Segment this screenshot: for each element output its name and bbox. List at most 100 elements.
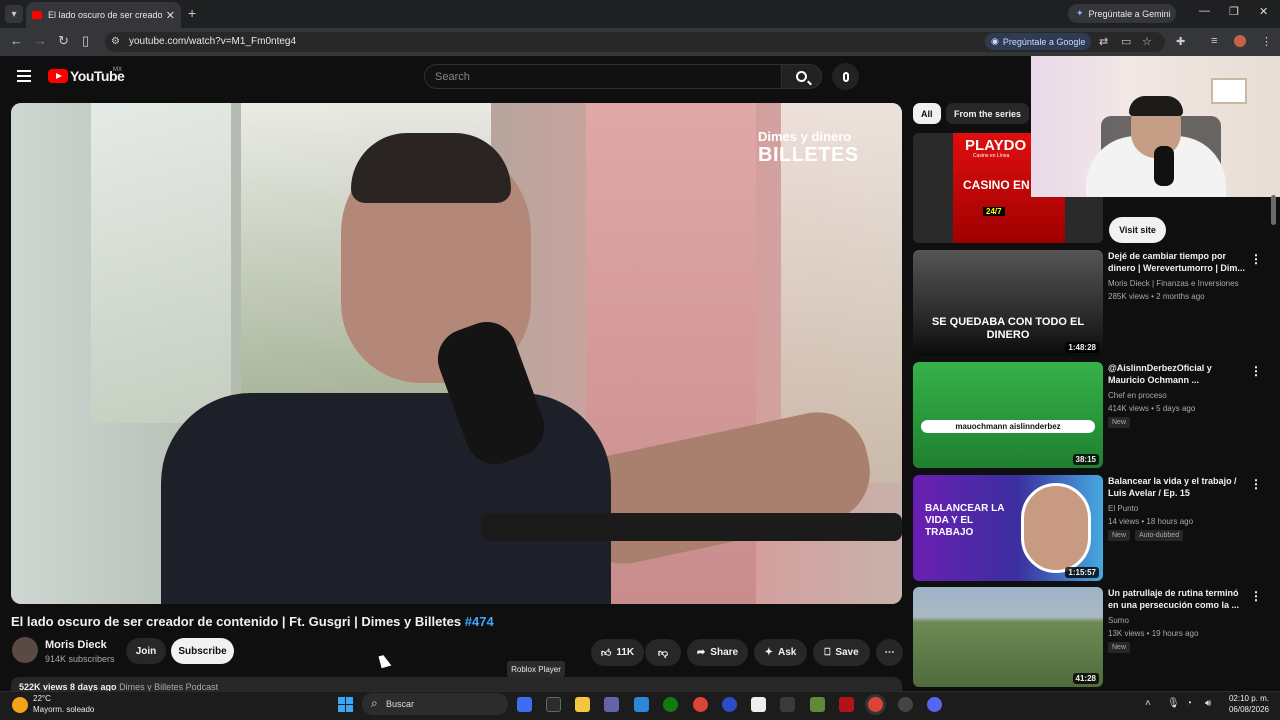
photos-icon[interactable] — [634, 697, 649, 712]
discord-icon[interactable] — [927, 697, 942, 712]
weather-sun-icon[interactable] — [12, 697, 28, 713]
more-options-icon[interactable]: ⋮ — [1250, 477, 1262, 491]
recommended-video[interactable]: BALANCEAR LA VIDA Y EL TRABAJO 1:15:57 B… — [913, 475, 1268, 583]
video-thumbnail[interactable]: mauochmann aislinnderbez 38:15 — [913, 362, 1103, 468]
recommended-video[interactable]: SE QUEDABA CON TODO EL DINERO 1:48:28 De… — [913, 250, 1268, 358]
channel-avatar[interactable] — [12, 637, 38, 663]
profile-avatar[interactable] — [1234, 35, 1246, 47]
windows-start-icon[interactable] — [338, 697, 353, 712]
podcast-link[interactable]: Dimes y Billetes Podcast — [119, 682, 218, 691]
roblox-icon[interactable] — [517, 697, 532, 712]
video-channel[interactable]: Moris Dieck | Finanzas e Inversiones — [1108, 279, 1239, 288]
subscribe-button[interactable]: Subscribe — [171, 638, 234, 664]
video-player[interactable]: Dimes y dinero BILLETES — [11, 103, 902, 604]
minecraft-icon[interactable] — [810, 697, 825, 712]
chrome-icon[interactable] — [693, 697, 708, 712]
game-icon[interactable] — [839, 697, 854, 712]
recommended-video[interactable]: mauochmann aislinnderbez 38:15 @AislinnD… — [913, 362, 1268, 470]
tray-overflow-icon[interactable]: ˄ — [1145, 698, 1151, 709]
weather-desc[interactable]: Mayorm. soleado — [33, 705, 94, 714]
video-title[interactable]: Dejé de cambiar tiempo por dinero | Were… — [1108, 250, 1248, 274]
url-text[interactable]: youtube.com/watch?v=M1_Fm0nteg4 — [129, 36, 296, 47]
like-count: 11K — [616, 647, 635, 658]
reload-icon[interactable]: ↻ — [58, 33, 69, 49]
more-options-icon[interactable]: ⋮ — [1250, 589, 1262, 603]
hamburger-menu-icon[interactable] — [17, 70, 31, 82]
wifi-icon[interactable]: ◔ — [1186, 698, 1192, 709]
watermark-top: Dimes y dinero — [758, 129, 852, 144]
gemini-label: Pregúntale a Gemini — [1088, 8, 1171, 19]
new-tab-icon[interactable]: + — [188, 5, 196, 21]
channel-name[interactable]: Moris Dieck — [45, 639, 107, 651]
video-channel[interactable]: Chef en proceso — [1108, 391, 1167, 400]
ad-sub: Casino en Línea — [973, 153, 1010, 159]
browser-tab[interactable]: El lado oscuro de ser creador de conteni… — [26, 2, 181, 28]
taskbar-search[interactable]: Buscar — [362, 693, 508, 715]
teams-icon[interactable] — [604, 697, 619, 712]
davinci-icon[interactable] — [780, 697, 795, 712]
cast-icon[interactable]: ▭ — [1121, 35, 1131, 48]
thumbs-down-icon: 👎︎ — [657, 647, 669, 659]
tab-search-icon[interactable]: ▾ — [5, 5, 23, 23]
chip-from-series[interactable]: From the series — [946, 103, 1030, 124]
like-button[interactable]: 👍︎ 11K — [591, 639, 644, 666]
ask-google-button[interactable]: ◉ Pregúntale a Google — [985, 33, 1091, 50]
voice-search-button[interactable] — [832, 63, 859, 90]
description-box[interactable]: 522K views 8 days ago Dimes y Billetes P… — [11, 677, 902, 691]
share-button[interactable]: ➦ Share — [687, 639, 748, 666]
file-explorer-icon[interactable] — [575, 697, 590, 712]
ea-app-icon[interactable] — [722, 697, 737, 712]
webcam-overlay — [1031, 56, 1280, 197]
chip-all[interactable]: All — [913, 103, 941, 124]
sidebar-scrollbar[interactable] — [1271, 195, 1276, 225]
bookmark-star-icon[interactable]: ☆ — [1142, 35, 1152, 48]
reading-mode-icon[interactable]: ▯ — [82, 33, 89, 49]
minimize-icon[interactable]: — — [1199, 5, 1210, 17]
maximize-icon[interactable]: ❐ — [1229, 5, 1239, 18]
weather-temp[interactable]: 22°C — [33, 694, 51, 703]
search-input[interactable]: Search — [424, 64, 782, 89]
search-icon — [796, 71, 807, 82]
video-title[interactable]: @AislinnDerbezOficial y Mauricio Ochmann… — [1108, 362, 1248, 386]
volume-icon[interactable]: 🔊︎ — [1205, 698, 1211, 709]
search-button[interactable] — [781, 64, 822, 89]
gemini-button[interactable]: ✦ Pregúntale a Gemini — [1068, 4, 1176, 23]
forward-icon[interactable]: → — [34, 33, 47, 48]
chrome-active-icon[interactable] — [868, 697, 883, 712]
xbox-icon[interactable] — [663, 697, 678, 712]
clock-time[interactable]: 02:10 p. m. — [1225, 694, 1269, 703]
save-button[interactable]: ⎕ Save — [813, 639, 870, 666]
close-window-icon[interactable]: ✕ — [1259, 5, 1268, 18]
media-icon[interactable]: ≡ — [1211, 35, 1217, 47]
dislike-button[interactable]: 👎︎ — [645, 639, 681, 666]
more-actions-button[interactable]: ⋯ — [876, 639, 903, 666]
clock-date[interactable]: 06/08/2026 — [1225, 705, 1269, 714]
more-options-icon[interactable]: ⋮ — [1250, 364, 1262, 378]
more-options-icon[interactable]: ⋮ — [1250, 252, 1262, 266]
translate-icon[interactable]: ⇄ — [1099, 35, 1108, 48]
close-tab-icon[interactable]: ✕ — [166, 9, 175, 22]
site-info-icon[interactable]: ⚙ — [111, 36, 120, 47]
video-channel[interactable]: Sumo — [1108, 616, 1129, 625]
video-thumbnail[interactable]: BALANCEAR LA VIDA Y EL TRABAJO 1:15:57 — [913, 475, 1103, 581]
video-thumbnail[interactable]: SE QUEDABA CON TODO EL DINERO 1:48:28 — [913, 250, 1103, 356]
youtube-logo-icon[interactable] — [48, 69, 68, 83]
thumbnail-person — [1021, 483, 1091, 573]
video-thumbnail[interactable]: 41:28 — [913, 587, 1103, 687]
recommended-video[interactable]: 41:28 Un patrullaje de rutina terminó en… — [913, 587, 1268, 687]
capcut-icon[interactable] — [751, 697, 766, 712]
ask-button[interactable]: ✦ Ask — [754, 639, 807, 666]
video-channel[interactable]: El Punto — [1108, 504, 1138, 513]
video-title[interactable]: Un patrullaje de rutina terminó en una p… — [1108, 587, 1248, 611]
join-button[interactable]: Join — [126, 638, 166, 664]
menu-kebab-icon[interactable]: ⋮ — [1261, 35, 1272, 48]
steam-icon[interactable] — [898, 697, 913, 712]
epic-games-icon[interactable] — [546, 697, 561, 712]
mouse-cursor-icon — [378, 653, 392, 669]
microphone-tray-icon[interactable]: 🎙︎ — [1167, 698, 1180, 709]
video-hashtag[interactable]: #474 — [465, 614, 494, 629]
extensions-icon[interactable]: ✚ — [1176, 35, 1185, 48]
video-title[interactable]: Balancear la vida y el trabajo / Luis Av… — [1108, 475, 1248, 499]
visit-site-button[interactable]: Visit site — [1109, 217, 1166, 243]
back-icon[interactable]: ← — [10, 33, 23, 48]
